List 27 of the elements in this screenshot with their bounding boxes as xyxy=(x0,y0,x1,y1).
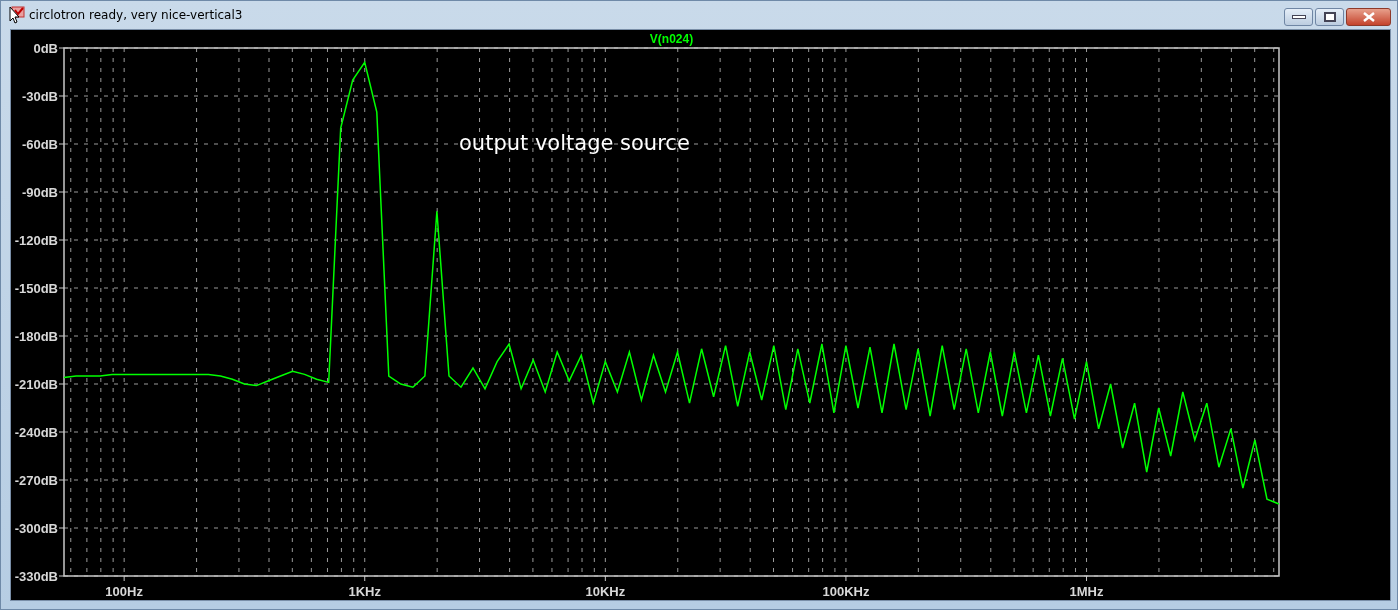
close-icon xyxy=(1361,12,1376,22)
y-axis-label: -30dB xyxy=(21,89,58,104)
y-axis-label: 0dB xyxy=(33,41,58,56)
y-axis-label: -150dB xyxy=(14,281,58,296)
x-axis-label: 1MHz xyxy=(1069,584,1104,599)
maximize-button[interactable] xyxy=(1315,8,1344,26)
y-axis-label: -270dB xyxy=(14,473,58,488)
x-axis-label: 1KHz xyxy=(348,584,381,599)
minimize-icon xyxy=(1291,14,1306,20)
restore-icon xyxy=(1323,12,1336,22)
y-axis-label: -120dB xyxy=(14,233,58,248)
x-axis-label: 100Hz xyxy=(105,584,143,599)
y-axis-label: -330dB xyxy=(14,569,58,584)
y-axis-label: -60dB xyxy=(21,137,58,152)
minimize-button[interactable] xyxy=(1284,8,1313,26)
y-axis-label: -90dB xyxy=(21,185,58,200)
y-axis-label: -210dB xyxy=(14,377,58,392)
y-axis-label: -240dB xyxy=(14,425,58,440)
y-axis-label: -300dB xyxy=(14,521,58,536)
trace-name: V(n024) xyxy=(649,32,694,46)
x-axis-label: 100KHz xyxy=(822,584,870,599)
y-axis-label: -180dB xyxy=(14,329,58,344)
x-axis-label: 10KHz xyxy=(585,584,626,599)
close-button[interactable] xyxy=(1346,8,1391,26)
annotation-text: output voltage source xyxy=(459,131,690,155)
window-title: circlotron ready, very nice-vertical3 xyxy=(29,8,243,22)
app-icon xyxy=(9,6,25,24)
